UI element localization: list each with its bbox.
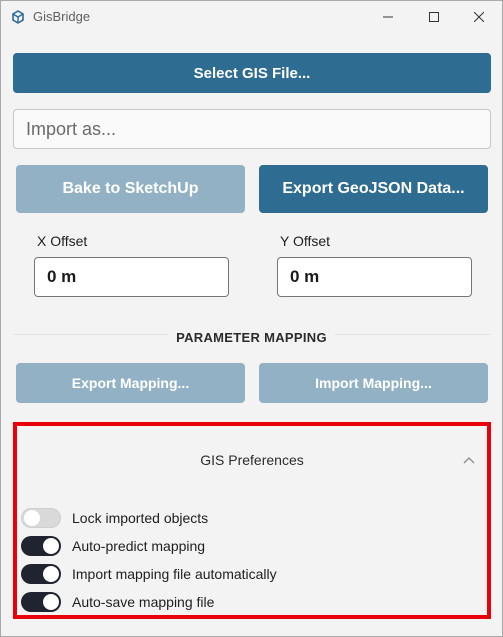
lock-imported-toggle[interactable]: [21, 508, 61, 528]
close-icon: [474, 12, 484, 22]
minimize-button[interactable]: [365, 1, 411, 33]
title-bar[interactable]: GisBridge: [1, 1, 502, 33]
auto-predict-toggle[interactable]: [21, 536, 61, 556]
pref-row-auto-save: Auto-save mapping file: [21, 591, 481, 613]
chevron-up-icon[interactable]: [463, 456, 475, 464]
gis-preferences-panel: GIS Preferences Lock imported objects Au…: [13, 422, 491, 619]
parameter-mapping-label: PARAMETER MAPPING: [168, 330, 335, 345]
y-offset-label: Y Offset: [280, 233, 331, 249]
minimize-icon: [383, 16, 393, 18]
import-mapping-button[interactable]: Import Mapping...: [259, 363, 488, 403]
toggle-knob: [43, 538, 59, 554]
maximize-icon: [429, 12, 439, 22]
select-gis-file-button[interactable]: Select GIS File...: [13, 53, 491, 93]
lock-imported-label: Lock imported objects: [72, 510, 209, 526]
auto-predict-label: Auto-predict mapping: [72, 538, 206, 554]
import-mapping-auto-label: Import mapping file automatically: [72, 566, 277, 582]
export-mapping-button[interactable]: Export Mapping...: [16, 363, 245, 403]
window-title: GisBridge: [33, 9, 91, 24]
y-offset-input[interactable]: [277, 257, 472, 297]
toggle-knob: [43, 566, 59, 582]
toggle-knob: [24, 510, 40, 526]
parameter-mapping-heading: PARAMETER MAPPING: [1, 330, 502, 345]
auto-save-toggle[interactable]: [21, 592, 61, 612]
gis-preferences-title: GIS Preferences: [200, 452, 304, 468]
import-mapping-auto-toggle[interactable]: [21, 564, 61, 584]
pref-row-auto-predict: Auto-predict mapping: [21, 535, 481, 557]
app-window: GisBridge Select GIS File... Bake to Ske…: [0, 0, 503, 637]
main-content: Select GIS File... Bake to SketchUp Expo…: [1, 33, 502, 636]
pref-row-import-mapping-auto: Import mapping file automatically: [21, 563, 481, 585]
import-as-input[interactable]: [13, 109, 491, 149]
sketchup-logo-icon: [12, 10, 24, 24]
bake-to-sketchup-button[interactable]: Bake to SketchUp: [16, 165, 245, 213]
maximize-button[interactable]: [411, 1, 457, 33]
x-offset-label: X Offset: [37, 233, 88, 249]
pref-row-lock-imported: Lock imported objects: [21, 507, 481, 529]
auto-save-label: Auto-save mapping file: [72, 594, 215, 610]
toggle-knob: [43, 594, 59, 610]
x-offset-input[interactable]: [34, 257, 229, 297]
export-geojson-button[interactable]: Export GeoJSON Data...: [259, 165, 488, 213]
gis-preferences-header[interactable]: GIS Preferences: [17, 426, 487, 496]
close-button[interactable]: [456, 1, 502, 33]
